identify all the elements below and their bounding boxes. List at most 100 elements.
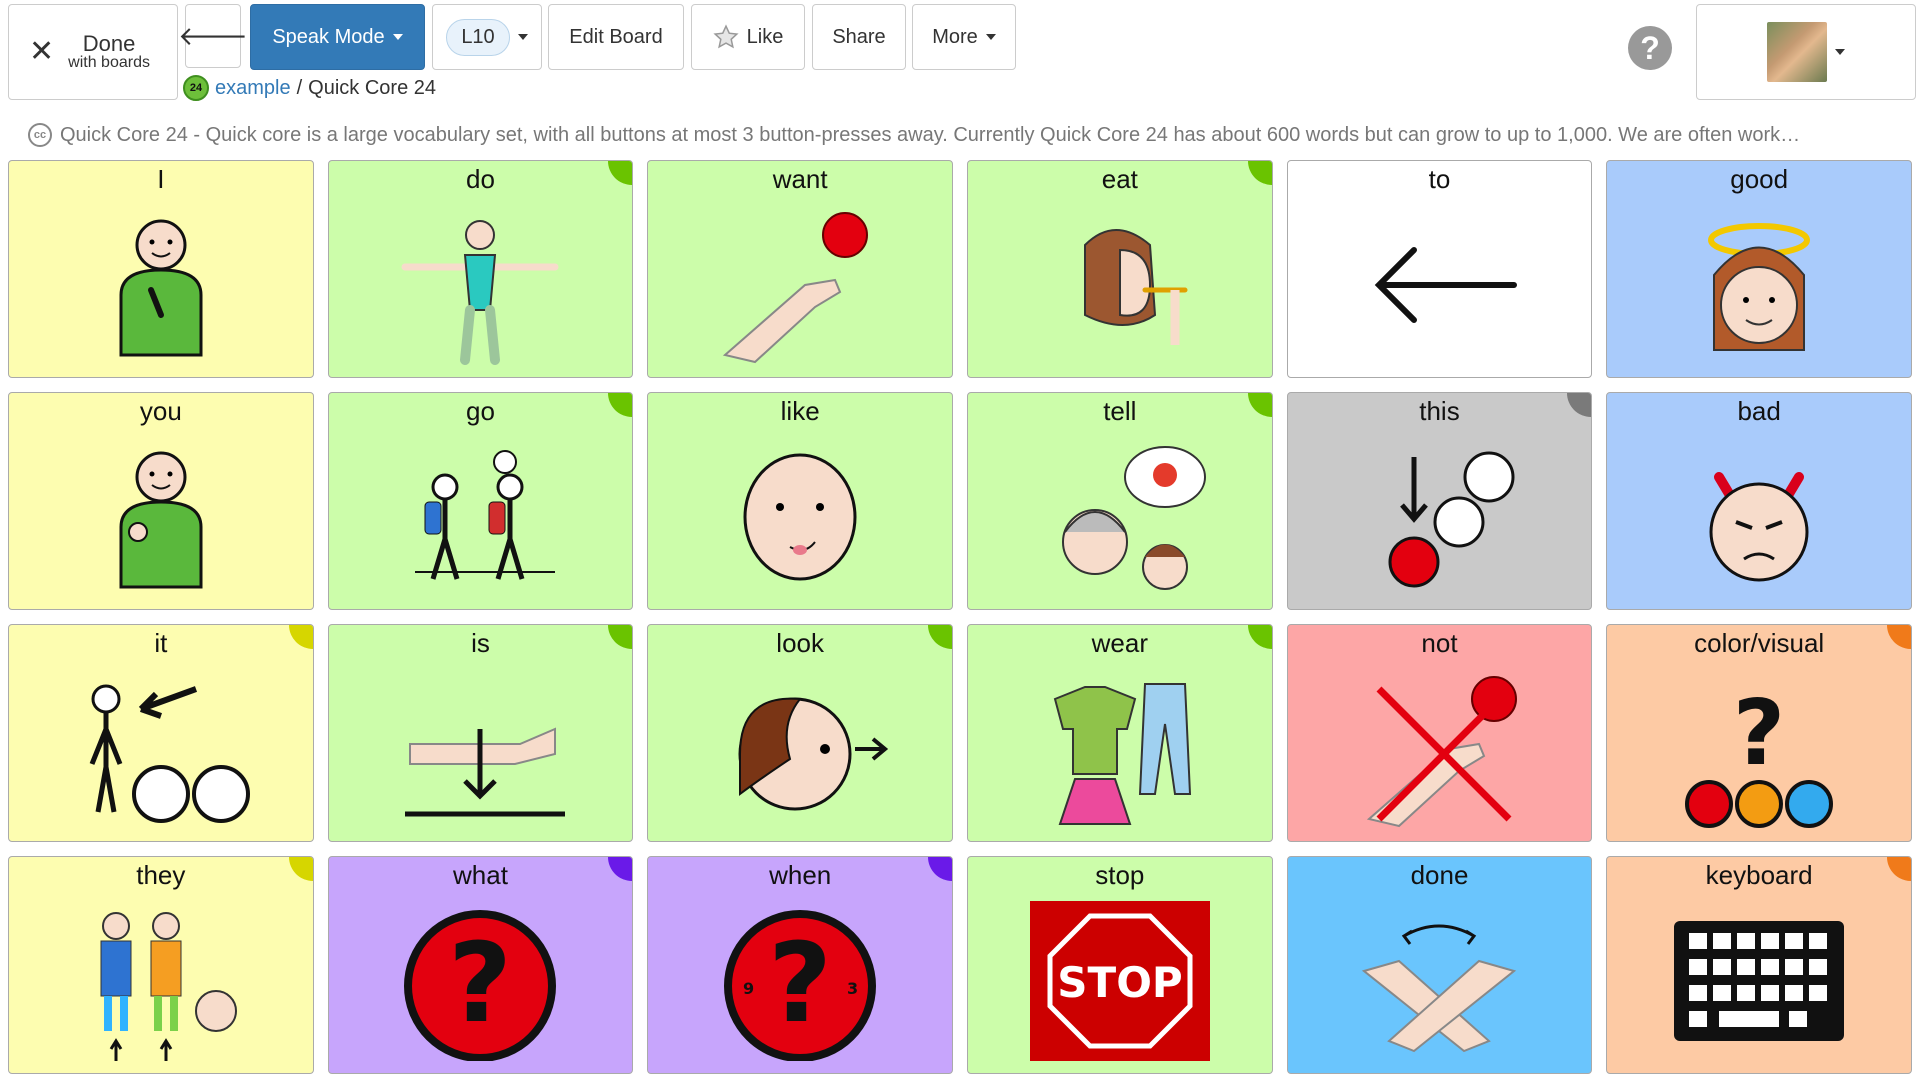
speak-mode-button[interactable]: Speak Mode: [250, 4, 425, 70]
level-button[interactable]: L10: [432, 4, 542, 70]
creative-commons-icon: cc: [28, 123, 52, 147]
board-button-i[interactable]: I: [8, 160, 314, 378]
hand-down-arrow-icon: [405, 727, 566, 817]
board-button-label: to: [1428, 164, 1451, 194]
board-button-do[interactable]: do: [327, 160, 634, 378]
share-button[interactable]: Share: [812, 4, 906, 70]
board-button-when[interactable]: when? 9 3: [647, 856, 953, 1074]
board-button-label: bad: [1737, 396, 1781, 426]
svg-text:?: ?: [449, 919, 513, 1047]
board-button-label: go: [466, 396, 495, 426]
board-button-keyboard[interactable]: keyboard: [1606, 856, 1912, 1074]
board-button-stop[interactable]: stop STOP: [966, 856, 1273, 1074]
clock-question-icon: ? 9 3: [724, 910, 877, 1062]
board-button-label: keyboard: [1705, 860, 1813, 890]
board-button-to[interactable]: to: [1286, 160, 1593, 378]
back-button[interactable]: 🡐: [178, 4, 248, 68]
board-button-label: it: [154, 628, 168, 658]
board-button-label: you: [139, 396, 182, 426]
color-question-icon: ?: [1685, 681, 1834, 829]
folder-corner-icon: [1247, 161, 1272, 185]
svg-text:9: 9: [743, 979, 754, 998]
avatar: [1767, 22, 1827, 82]
close-icon: ✕: [29, 35, 55, 68]
board-button-label: wear: [1091, 628, 1148, 658]
folder-corner-icon: [608, 393, 633, 417]
board-button-not[interactable]: not: [1286, 624, 1593, 842]
folder-corner-icon: [608, 857, 633, 881]
board-button-you[interactable]: you: [8, 392, 314, 610]
breadcrumb-separator: /: [296, 76, 303, 99]
board-button-label: eat: [1101, 164, 1138, 194]
folder-corner-icon: [1247, 393, 1272, 417]
stop-sign-icon: STOP: [1029, 901, 1210, 1062]
done-button[interactable]: ✕ Done with boards: [8, 4, 178, 100]
board-button-label: what: [453, 860, 508, 890]
pointing-down-circle-icon: [1388, 451, 1515, 588]
arrow-left-icon: 🡐: [178, 20, 248, 51]
board-button-look[interactable]: look: [647, 624, 953, 842]
folder-corner-icon: [1886, 625, 1911, 649]
board-button-it[interactable]: it: [8, 624, 314, 842]
storytelling-icon: [1061, 446, 1206, 591]
like-button[interactable]: Like: [691, 4, 805, 70]
board-button-label: when: [769, 860, 832, 890]
more-button[interactable]: More: [912, 4, 1016, 70]
girl-eating-icon: [1083, 229, 1188, 346]
board-button-label: I: [157, 164, 165, 194]
board-button-label: not: [1421, 628, 1458, 658]
hikers-icon: [415, 450, 556, 581]
question-mark-icon: ?: [404, 910, 557, 1062]
board-button-this[interactable]: this: [1286, 392, 1593, 610]
folder-corner-icon: [1247, 625, 1272, 649]
more-label: More: [932, 25, 978, 48]
folder-corner-icon: [927, 857, 952, 881]
board-button-label: good: [1730, 164, 1789, 194]
hand-reaching-ball-icon: [723, 212, 869, 364]
svg-text:?: ?: [768, 919, 832, 1047]
board-button-want[interactable]: want: [647, 160, 953, 378]
group-people-icon: [100, 912, 237, 1062]
board-button-label: want: [772, 164, 828, 194]
angel-face-icon: [1708, 223, 1811, 352]
board-button-is[interactable]: is: [327, 624, 634, 842]
caret-down-icon: [1835, 49, 1845, 55]
apple-badge-icon: 24: [183, 75, 209, 101]
board-button-label: stop: [1095, 860, 1145, 890]
board-description-text: Quick Core 24 - Quick core is a large vo…: [60, 123, 1801, 146]
board-button-label: is: [471, 628, 490, 658]
board-button-good[interactable]: good: [1606, 160, 1912, 378]
level-badge: L10: [446, 18, 510, 56]
crossed-hands-icon: [1362, 924, 1517, 1053]
question-circle-icon[interactable]: ?: [1628, 26, 1672, 70]
folder-corner-icon: [288, 857, 313, 881]
edit-board-label: Edit Board: [569, 25, 663, 48]
face-licking-icon: [743, 453, 857, 581]
edit-board-button[interactable]: Edit Board: [548, 4, 684, 70]
board-button-eat[interactable]: eat: [966, 160, 1273, 378]
caret-down-icon: [392, 34, 403, 40]
board-button-label: color/visual: [1694, 628, 1825, 658]
svg-text:3: 3: [847, 979, 858, 998]
board-button-wear[interactable]: wear: [966, 624, 1273, 842]
folder-corner-icon: [1567, 393, 1592, 417]
done-sublabel: with boards: [68, 54, 150, 72]
speak-mode-label: Speak Mode: [272, 25, 385, 48]
keyboard-icon: [1674, 921, 1845, 1042]
board-button-they[interactable]: they: [8, 856, 314, 1074]
user-menu-button[interactable]: [1696, 4, 1916, 100]
person-arrow-icon: [89, 684, 250, 824]
board-button-label: tell: [1103, 396, 1137, 426]
svg-text:?: ?: [1733, 681, 1785, 786]
board-button-like[interactable]: like: [647, 392, 953, 610]
board-button-bad[interactable]: bad: [1606, 392, 1912, 610]
like-label: Like: [746, 25, 784, 48]
board-button-done[interactable]: done: [1286, 856, 1593, 1074]
board-button-label: like: [780, 396, 820, 426]
devil-face-icon: [1709, 472, 1809, 582]
board-button-go[interactable]: go: [327, 392, 634, 610]
board-button-what[interactable]: what?: [327, 856, 634, 1074]
board-button-color-visual[interactable]: color/visual?: [1606, 624, 1912, 842]
breadcrumb-user-link[interactable]: example: [215, 77, 291, 100]
board-button-tell[interactable]: tell: [966, 392, 1273, 610]
